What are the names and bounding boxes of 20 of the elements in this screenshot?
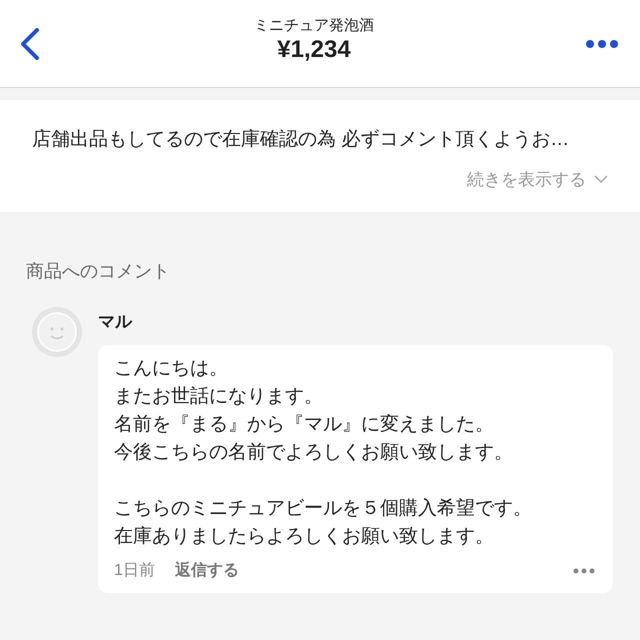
item-title: ミニチュア発泡酒 <box>254 16 374 34</box>
comment-text: こんにちは。 <box>114 357 229 381</box>
comment-text: またお世話になります。 <box>114 385 324 409</box>
back-icon <box>20 28 40 60</box>
show-more-link[interactable]: 続きを表示する <box>467 166 608 192</box>
comment-text: こちらのミニチュアビールを５個購入希望です。 <box>114 497 533 521</box>
reply-button[interactable]: 返信する <box>174 559 239 583</box>
comment-time: 1日前 <box>114 561 155 581</box>
more-icon <box>585 38 619 48</box>
more-icon <box>573 568 595 574</box>
comment-menu-button[interactable] <box>573 568 595 574</box>
chevron-down-icon <box>594 175 608 184</box>
section-heading: 商品へのコメント <box>26 260 171 283</box>
comment-text: 在庫ありましたらよろしくお願い致します。 <box>114 525 495 549</box>
avatar-icon <box>32 307 82 357</box>
author-name: マル <box>98 311 134 333</box>
item-price: ¥1,234 <box>277 34 351 64</box>
description-text: 店舗出品もしてるので在庫確認の為 必ずコメント頂くようお… <box>32 128 570 152</box>
comment-text: 今後こちらの名前でよろしくお願い致します。 <box>114 441 514 465</box>
comment-text: 名前を『まる』から『マル』に変えました。 <box>114 413 495 437</box>
